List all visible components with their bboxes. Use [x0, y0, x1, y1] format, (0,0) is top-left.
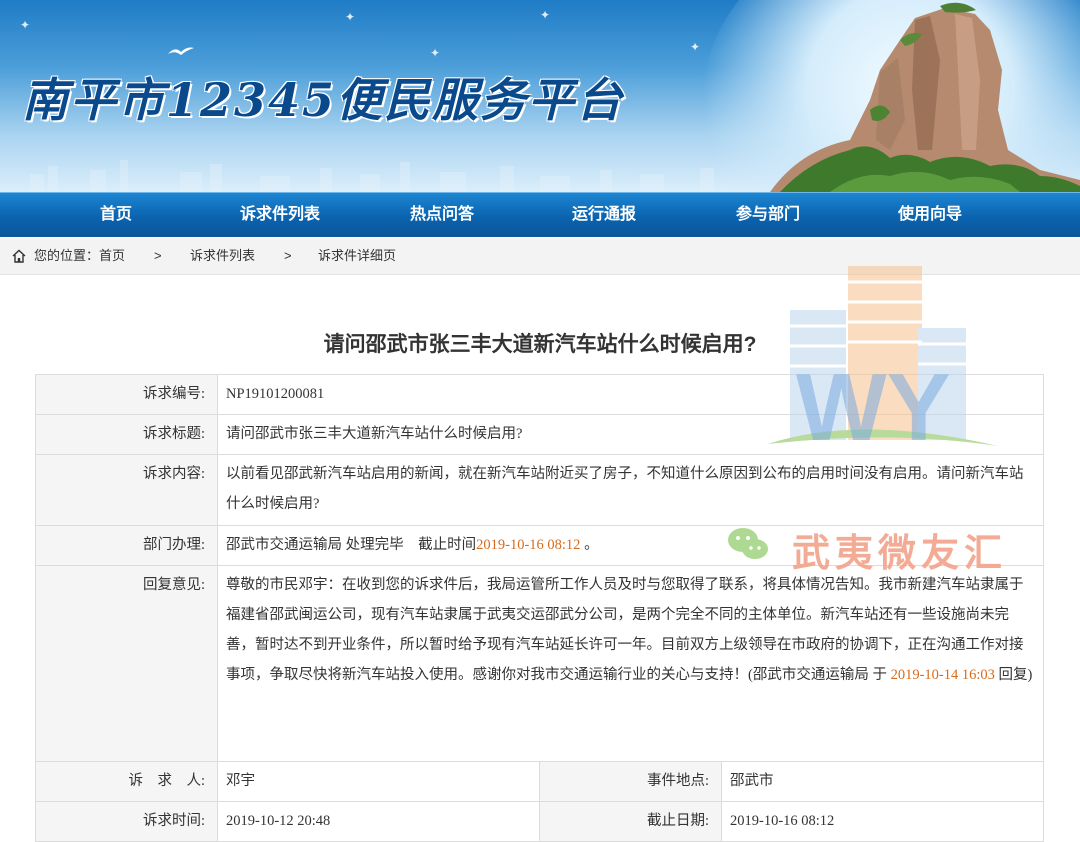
breadcrumb-separator: >	[284, 248, 292, 263]
petitioner-value: 邓宇	[217, 761, 540, 802]
reply-end: 回复)	[994, 667, 1033, 683]
nav-guide[interactable]: 使用向导	[860, 193, 1000, 237]
id-label: 诉求编号:	[35, 374, 218, 415]
department-status: 邵武市交通运输局 处理完毕 截止时间	[226, 537, 477, 553]
home-icon	[12, 249, 26, 263]
bird-icon	[168, 47, 194, 55]
deadline-label: 截止日期:	[539, 801, 722, 842]
petitioner-label: 诉 求 人:	[35, 761, 218, 802]
location-label: 事件地点:	[539, 761, 722, 802]
content-value: 以前看见邵武新汽车站启用的新闻，就在新汽车站附近买了房子，不知道什么原因到公布的…	[216, 454, 1045, 526]
table-row: 诉求时间: 2019-10-12 20:48 截止日期: 2019-10-16 …	[35, 801, 1045, 842]
department-deadline: 2019-10-16 08:12	[476, 537, 581, 553]
star-icon: ✦	[690, 40, 701, 54]
nav-hot-qa[interactable]: 热点问答	[372, 193, 512, 237]
submit-time-value: 2019-10-12 20:48	[217, 801, 540, 842]
reply-time: 2019-10-14 16:03	[890, 667, 995, 683]
city-skyline-image	[30, 160, 714, 192]
star-icon: ✦	[20, 18, 31, 32]
reply-value: 尊敬的市民邓宇：在收到您的诉求件后，我局运管所工作人员及时与您取得了联系，将具体…	[216, 565, 1045, 762]
department-end: 。	[580, 537, 599, 553]
subject-label: 诉求标题:	[35, 414, 218, 455]
main-nav: 首页 诉求件列表 热点问答 运行通报 参与部门 使用向导	[0, 192, 1080, 237]
reply-label: 回复意见:	[35, 565, 218, 762]
table-row: 诉 求 人: 邓宇 事件地点: 邵武市	[35, 761, 1045, 802]
table-row: 诉求内容: 以前看见邵武新汽车站启用的新闻，就在新汽车站附近买了房子，不知道什么…	[35, 454, 1045, 526]
breadcrumb-separator: >	[154, 248, 162, 263]
nav-home[interactable]: 首页	[46, 193, 186, 237]
location-value: 邵武市	[720, 761, 1045, 802]
submit-time-label: 诉求时间:	[35, 801, 218, 842]
breadcrumb-item-current: 诉求件详细页	[318, 248, 397, 263]
content-label: 诉求内容:	[35, 454, 218, 526]
nav-departments[interactable]: 参与部门	[698, 193, 838, 237]
nav-reports[interactable]: 运行通报	[534, 193, 674, 237]
star-icon: ✦	[540, 8, 551, 22]
watermark-text: 武夷微友汇	[792, 533, 1008, 575]
star-icon: ✦	[430, 46, 441, 60]
header-banner: ✦ ✦ ✦ ✦ ✦ 南平市12345便民服务平台	[0, 0, 1080, 192]
mountain-cliff-image	[770, 2, 1080, 192]
watermark-letters: WY	[796, 354, 951, 454]
wechat-icon	[728, 528, 768, 559]
watermark-logo: WY	[768, 266, 998, 454]
breadcrumb-home-link[interactable]: 您的位置：首页	[34, 238, 125, 274]
deadline-value: 2019-10-16 08:12	[720, 801, 1045, 842]
breadcrumb-item-list[interactable]: 诉求件列表	[190, 238, 255, 274]
nav-complaints[interactable]: 诉求件列表	[210, 193, 350, 237]
site-title: 南平市12345便民服务平台	[22, 73, 625, 127]
star-icon: ✦	[345, 10, 356, 24]
department-label: 部门办理:	[35, 525, 218, 566]
table-row: 回复意见: 尊敬的市民邓宇：在收到您的诉求件后，我局运管所工作人员及时与您取得了…	[35, 565, 1045, 762]
